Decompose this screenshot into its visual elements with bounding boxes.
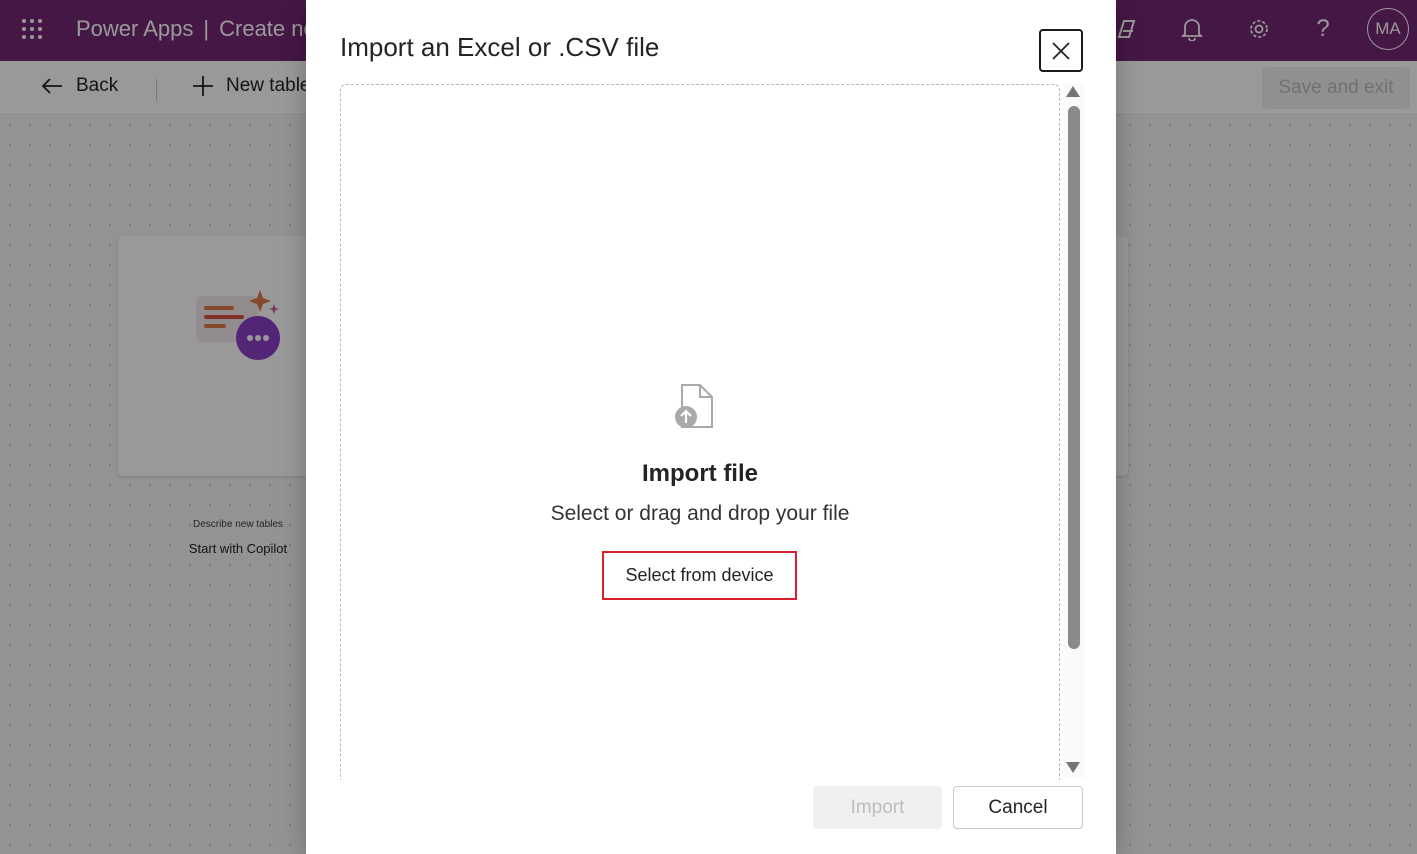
- close-button[interactable]: [1039, 29, 1083, 72]
- import-instructions: Select or drag and drop your file: [550, 502, 850, 525]
- scroll-down-arrow-icon[interactable]: [1066, 762, 1080, 773]
- cancel-button[interactable]: Cancel: [953, 786, 1083, 829]
- scroll-up-arrow-icon[interactable]: [1066, 86, 1080, 97]
- file-upload-icon: [675, 384, 713, 428]
- file-dropzone[interactable]: [340, 84, 1060, 780]
- close-icon: [1052, 41, 1070, 60]
- import-button[interactable]: Import: [813, 786, 942, 829]
- dialog-title: Import an Excel or .CSV file: [340, 32, 660, 62]
- scrollbar-thumb[interactable]: [1068, 106, 1080, 649]
- import-heading: Import file: [641, 460, 758, 487]
- import-dialog: Import an Excel or .CSV file Import file…: [306, 0, 1116, 854]
- select-from-device-button[interactable]: Select from device: [602, 551, 797, 600]
